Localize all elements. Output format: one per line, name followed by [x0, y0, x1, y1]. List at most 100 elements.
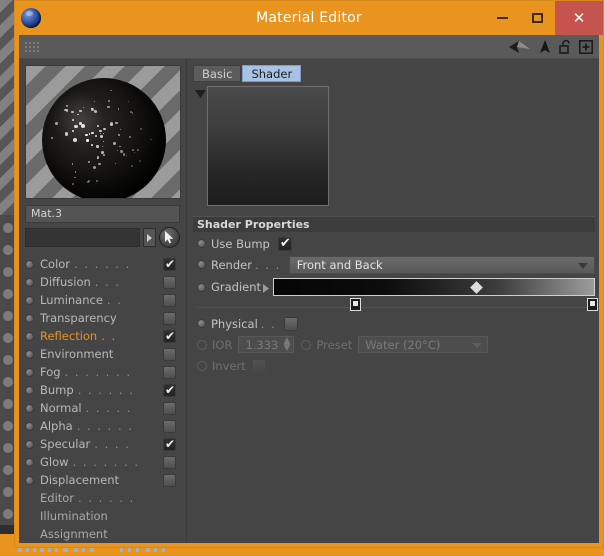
render-bullet-icon[interactable] [197, 260, 206, 269]
channel-checkbox[interactable] [163, 401, 176, 415]
up-arrow-icon[interactable] [538, 39, 552, 54]
channel-bullet-icon[interactable] [25, 475, 34, 485]
channel-checkbox[interactable] [163, 293, 176, 307]
channel-row-glow[interactable]: Glow. . . . . . . [25, 453, 180, 471]
channel-bullet-icon[interactable] [25, 259, 34, 269]
title-bar[interactable]: Material Editor ✕ [15, 1, 603, 35]
shader-settings-panel: BasicShader Shader Properties Use Bump R… [187, 59, 599, 543]
channel-checkbox[interactable] [163, 257, 176, 271]
use-bump-checkbox[interactable] [277, 236, 292, 251]
close-button[interactable]: ✕ [555, 1, 603, 35]
channel-bullet-icon[interactable] [25, 313, 34, 323]
tab-basic[interactable]: Basic [193, 65, 242, 82]
back-arrow-icon[interactable] [507, 40, 531, 54]
rail-dot [3, 399, 13, 409]
gradient-interpolation-marker-icon[interactable] [470, 281, 484, 294]
add-box-icon[interactable] [579, 39, 593, 54]
channel-bullet-icon[interactable] [25, 331, 34, 341]
channel-dots: . . [106, 293, 123, 307]
channel-row-normal[interactable]: Normal. . . . . [25, 399, 180, 417]
rail-dot [3, 245, 13, 255]
channel-bullet-icon[interactable] [25, 403, 34, 413]
channel-checkbox[interactable] [163, 437, 176, 451]
channel-bullet-icon[interactable] [25, 277, 34, 287]
channel-row-reflection[interactable]: Reflection. . [25, 327, 180, 345]
texture-menu-arrow-icon[interactable] [143, 228, 156, 247]
physical-dots: . . [260, 316, 277, 331]
channel-checkbox[interactable] [163, 365, 176, 379]
channel-checkbox[interactable] [163, 347, 176, 361]
chevron-down-icon [472, 343, 483, 348]
channel-checkbox[interactable] [163, 419, 176, 433]
texture-path-row [25, 227, 180, 248]
channel-label: Reflection [40, 329, 98, 343]
channel-row-alpha[interactable]: Alpha. . . . . . [25, 417, 180, 435]
channel-row-specular[interactable]: Specular. . . . [25, 435, 180, 453]
gradient-editor[interactable] [273, 278, 598, 311]
tab-shader[interactable]: Shader [242, 65, 302, 82]
channel-row-environment[interactable]: Environment [25, 345, 180, 363]
channel-row-displacement[interactable]: Displacement [25, 471, 180, 489]
disclosure-triangle-icon[interactable] [193, 86, 207, 206]
physical-checkbox[interactable] [284, 316, 299, 331]
ior-stepper: 1.333 ▲ ▼ [238, 336, 295, 353]
material-preview[interactable] [25, 65, 181, 199]
ior-bullet-icon [197, 339, 207, 350]
channel-row-color[interactable]: Color. . . . . . [25, 255, 180, 273]
invert-checkbox [251, 358, 266, 373]
material-name-input[interactable]: Mat.3 [25, 204, 180, 223]
channel-checkbox[interactable] [163, 383, 176, 397]
channel-bullet-icon[interactable] [25, 295, 34, 305]
chevron-down-icon [578, 262, 588, 269]
channel-bullet-icon[interactable] [25, 367, 34, 377]
channel-bullet-icon[interactable] [25, 385, 34, 395]
preset-label: Preset [316, 337, 353, 352]
rail-dot [3, 333, 13, 343]
maximize-button[interactable] [520, 1, 555, 35]
channel-checkbox[interactable] [163, 455, 176, 469]
channel-bullet-icon[interactable] [25, 439, 34, 449]
unlock-padlock-icon[interactable] [559, 39, 572, 54]
preset-value: Water (20°C) [365, 337, 441, 352]
shader-thumbnail[interactable] [207, 86, 329, 206]
channel-checkbox[interactable] [163, 311, 176, 325]
panel-row-assignment[interactable]: Assignment [25, 525, 180, 543]
channel-row-luminance[interactable]: Luminance. . [25, 291, 180, 309]
use-bump-label: Use Bump [211, 236, 270, 251]
panel-row-label: Assignment [40, 527, 108, 541]
gradient-knob-left[interactable] [350, 298, 362, 311]
panel-row-editor[interactable]: Editor. . . . . . [25, 489, 180, 507]
gradient-bullet-icon[interactable] [197, 282, 206, 292]
gradient-bar[interactable] [273, 278, 595, 296]
channel-row-transparency[interactable]: Transparency [25, 309, 180, 327]
channel-row-fog[interactable]: Fog. . . . . . . [25, 363, 180, 381]
channel-label: Displacement [40, 473, 120, 487]
texture-path-input[interactable] [25, 228, 140, 247]
channel-checkbox[interactable] [163, 473, 176, 487]
gradient-knob-right[interactable] [587, 298, 598, 311]
channel-checkbox[interactable] [163, 275, 176, 289]
use-bump-bullet-icon[interactable] [197, 239, 206, 248]
editor-toolbar [19, 35, 599, 59]
channel-dots: . . . . . . [76, 419, 134, 433]
channel-bullet-icon[interactable] [25, 457, 34, 467]
channel-dots: . . . . . . [77, 383, 135, 397]
panel-row-illumination[interactable]: Illumination [25, 507, 180, 525]
channel-dots: . . . . . . . [64, 365, 132, 379]
preset-dropdown: Water (20°C) [358, 336, 489, 353]
panel-row-dots: . . . . . . [78, 491, 135, 505]
channel-row-diffusion[interactable]: Diffusion. . . [25, 273, 180, 291]
render-mode-dropdown[interactable]: Front and Back [288, 255, 595, 274]
minimize-button[interactable] [485, 1, 520, 35]
section-divider [197, 307, 591, 308]
render-mode-value: Front and Back [296, 257, 383, 272]
channel-checkbox[interactable] [163, 329, 176, 343]
channel-row-bump[interactable]: Bump. . . . . . [25, 381, 180, 399]
ior-spinner-icon: ▲ ▼ [283, 336, 291, 353]
physical-bullet-icon[interactable] [197, 319, 206, 328]
pick-cursor-icon[interactable] [159, 227, 180, 248]
channel-bullet-icon[interactable] [25, 349, 34, 359]
gradient-expand-arrow-icon[interactable] [263, 278, 270, 297]
channel-bullet-icon[interactable] [25, 421, 34, 431]
drag-grip[interactable] [23, 39, 41, 54]
